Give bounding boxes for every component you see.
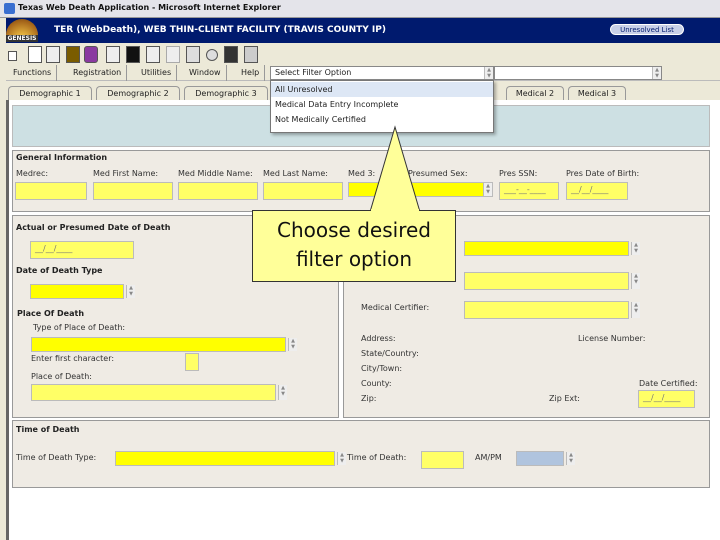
label-time-of-death: Time of Death: <box>347 453 407 462</box>
spinner-icon[interactable]: ▲ ▼ <box>483 183 492 196</box>
time-of-death-section: Time of Death Time of Death Type: ▲ ▼ Tim… <box>12 420 710 488</box>
menu-icon[interactable] <box>8 51 17 61</box>
spinner-icon[interactable]: ▲ ▼ <box>126 285 135 298</box>
monitor-icon[interactable] <box>224 46 238 63</box>
user-icon[interactable] <box>166 46 180 63</box>
ssn-input[interactable]: ___-__-____ <box>499 182 559 200</box>
facility-title: TER (WebDeath), WEB THIN-CLIENT FACILITY… <box>54 25 386 35</box>
spinner-icon[interactable]: ▲ ▼ <box>484 67 493 79</box>
section-heading: Date of Death Type <box>16 266 103 275</box>
spinner-icon[interactable]: ▲ ▼ <box>631 273 640 289</box>
menu-utilities[interactable]: Utilities <box>136 65 178 81</box>
label-medical-certifier: Medical Certifier: <box>361 303 430 312</box>
label-city-town: City/Town: <box>361 364 403 373</box>
genesis-logo: GENESIS <box>6 19 38 42</box>
tab-demographic-3[interactable]: Demographic 3 <box>184 86 268 101</box>
option-all-unresolved[interactable]: All Unresolved <box>271 82 493 97</box>
spinner-icon[interactable]: ▲ ▼ <box>288 338 297 351</box>
help-book-icon[interactable] <box>84 46 98 63</box>
place-type-select[interactable]: ▲ ▼ <box>31 337 297 352</box>
spinner-icon[interactable]: ▲ ▼ <box>652 67 661 79</box>
certifier-name-select[interactable]: ▲ ▼ <box>464 272 640 290</box>
label-zip: Zip: <box>361 394 377 403</box>
print-icon[interactable] <box>186 46 200 63</box>
ie-icon <box>4 3 15 14</box>
new-document-icon[interactable] <box>28 46 42 63</box>
instruction-callout: Choose desired filter option <box>252 210 456 282</box>
date-certified-input[interactable]: __/__/____ <box>638 390 695 408</box>
label-place-type: Type of Place of Death: <box>33 323 126 332</box>
menu-functions[interactable]: Functions <box>8 65 58 81</box>
place-of-death-select[interactable]: ▲ ▼ <box>31 384 287 401</box>
tab-demographic-2[interactable]: Demographic 2 <box>96 86 180 101</box>
label-date-certified: Date Certified: <box>639 379 698 388</box>
option-medical-data-entry-incomplete[interactable]: Medical Data Entry Incomplete <box>271 97 493 112</box>
window-titlebar: Texas Web Death Application - Microsoft … <box>0 0 720 18</box>
time-type-select[interactable]: ▲ ▼ <box>115 451 346 466</box>
dob-input[interactable]: __/__/____ <box>566 182 628 200</box>
date-of-death-input[interactable]: __/__/____ <box>30 241 134 259</box>
unresolved-list-button[interactable]: Unresolved List <box>610 24 684 35</box>
callout-line: filter option <box>295 247 413 271</box>
label-ssn: Pres SSN: <box>499 169 538 178</box>
label-medrec: Medrec: <box>16 169 49 178</box>
medrec-input[interactable] <box>15 182 87 200</box>
section-heading: General Information <box>16 153 108 162</box>
menu-window[interactable]: Window <box>184 65 227 81</box>
label-first-name: Med First Name: <box>93 169 159 178</box>
toolbar <box>6 43 720 65</box>
filter-select[interactable]: Select Filter Option ▲ ▼ <box>270 66 494 80</box>
label-zip-ext: Zip Ext: <box>549 394 580 403</box>
menu-registration[interactable]: Registration <box>68 65 128 81</box>
label-am-pm: AM/PM <box>475 453 502 462</box>
form-icon[interactable] <box>106 46 120 63</box>
tab-medical-3[interactable]: Medical 3 <box>568 86 626 101</box>
edit-icon[interactable] <box>46 46 60 63</box>
callout-line: Choose desired <box>277 218 431 242</box>
middle-name-input[interactable] <box>178 182 258 200</box>
spinner-icon[interactable]: ▲ ▼ <box>337 452 346 465</box>
logo-text: GENESIS <box>6 35 38 42</box>
first-character-input[interactable] <box>185 353 199 371</box>
label-place-of-death: Place of Death: <box>31 372 92 381</box>
section-heading: Actual or Presumed Date of Death <box>16 223 171 232</box>
section-heading: Time of Death <box>16 425 80 434</box>
open-icon[interactable] <box>66 46 80 63</box>
menu-bar: Functions Registration Utilities Window … <box>6 65 720 81</box>
callout-joint <box>371 209 419 212</box>
label-state-country: State/Country: <box>361 349 419 358</box>
window-title: Texas Web Death Application - Microsoft … <box>18 3 281 12</box>
last-name-input[interactable] <box>263 182 343 200</box>
spinner-icon[interactable]: ▲ ▼ <box>631 302 640 318</box>
label-license-number: License Number: <box>578 334 646 343</box>
first-name-input[interactable] <box>93 182 173 200</box>
label-dob: Pres Date of Birth: <box>566 169 640 178</box>
am-pm-select[interactable]: ▲ ▼ <box>516 451 575 466</box>
binoculars-search-icon[interactable] <box>126 46 140 63</box>
tab-medical-2[interactable]: Medical 2 <box>506 86 564 101</box>
label-first-character: Enter first character: <box>31 354 115 363</box>
section-heading: Place Of Death <box>17 309 85 318</box>
label-time-type: Time of Death Type: <box>16 453 97 462</box>
label-middle-name: Med Middle Name: <box>178 169 253 178</box>
spinner-icon[interactable]: ▲ ▼ <box>278 385 287 400</box>
label-address: Address: <box>361 334 396 343</box>
menu-help[interactable]: Help <box>236 65 266 81</box>
spinner-icon[interactable]: ▲ ▼ <box>566 452 575 465</box>
filter-value: Select Filter Option <box>275 68 352 77</box>
report-icon[interactable] <box>244 46 258 63</box>
callout-pointer <box>369 125 421 213</box>
cancel-icon[interactable] <box>206 49 218 61</box>
time-of-death-input[interactable] <box>421 451 464 469</box>
medical-certifier-select[interactable]: ▲ ▼ <box>464 301 640 319</box>
label-county: County: <box>361 379 392 388</box>
tab-demographic-1[interactable]: Demographic 1 <box>8 86 92 101</box>
certifier-type-select[interactable]: ▲ ▼ <box>464 241 640 256</box>
label-last-name: Med Last Name: <box>263 169 328 178</box>
date-of-death-type-select[interactable]: ▲ ▼ <box>30 284 135 299</box>
spinner-icon[interactable]: ▲ ▼ <box>631 242 640 255</box>
list-icon[interactable] <box>146 46 160 63</box>
secondary-select[interactable]: ▲ ▼ <box>494 66 662 80</box>
app-header: GENESIS TER (WebDeath), WEB THIN-CLIENT … <box>6 18 720 43</box>
